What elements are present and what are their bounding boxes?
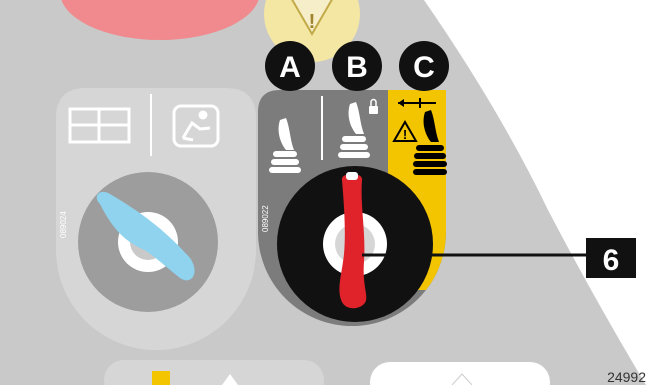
bottom-switch-right [370,362,550,385]
position-letter: A [279,51,301,84]
left-switch: 089024 [56,88,256,350]
left-sticker-code: 089024 [59,211,68,238]
diagram: ! 089024 ! A B C 089022 6 24992 [0,0,646,385]
figure-id: 24992 [607,369,646,385]
position-letter: C [413,51,435,84]
position-c-label: C [399,41,449,91]
position-b-label: B [332,41,382,91]
svg-text:!: ! [309,11,316,33]
callout-label: 6 [603,244,620,277]
svg-text:!: ! [403,127,407,142]
right-switch: ! A B C 089022 [258,41,449,326]
bottom-switch-left [104,360,324,385]
position-letter: B [346,51,368,84]
position-a-label: A [265,41,315,91]
right-sticker-code: 089022 [261,205,270,232]
